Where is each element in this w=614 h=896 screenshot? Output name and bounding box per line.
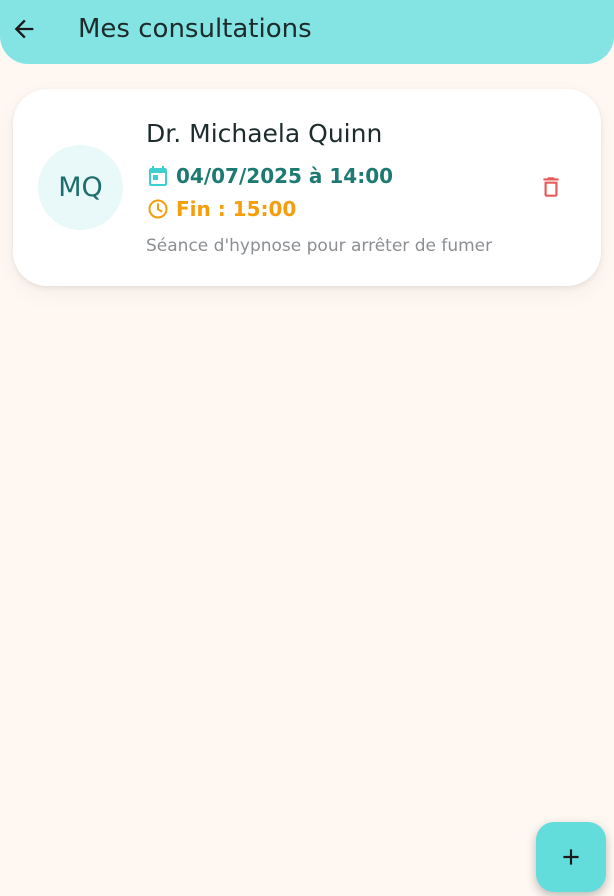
clock-icon xyxy=(146,197,170,221)
consultation-end-time: Fin : 15:00 xyxy=(176,197,297,221)
back-button[interactable] xyxy=(8,13,40,45)
arrow-left-icon xyxy=(14,19,34,39)
avatar: MQ xyxy=(38,145,123,230)
end-row: Fin : 15:00 xyxy=(146,195,296,223)
page-title: Mes consultations xyxy=(78,14,312,44)
consultation-card[interactable]: MQ Dr. Michaela Quinn 04/07/2025 à 14:00… xyxy=(13,89,601,286)
trash-icon xyxy=(543,177,559,197)
doctor-name: Dr. Michaela Quinn xyxy=(146,119,383,148)
consultation-date: 04/07/2025 à 14:00 xyxy=(176,164,394,188)
calendar-icon xyxy=(146,164,170,188)
app-bar: Mes consultations xyxy=(0,0,614,64)
delete-button[interactable] xyxy=(535,171,567,203)
consultation-description: Séance d'hypnose pour arrêter de fumer xyxy=(146,236,493,256)
plus-icon xyxy=(563,849,579,865)
date-row: 04/07/2025 à 14:00 xyxy=(146,162,393,190)
add-consultation-button[interactable] xyxy=(536,822,606,892)
